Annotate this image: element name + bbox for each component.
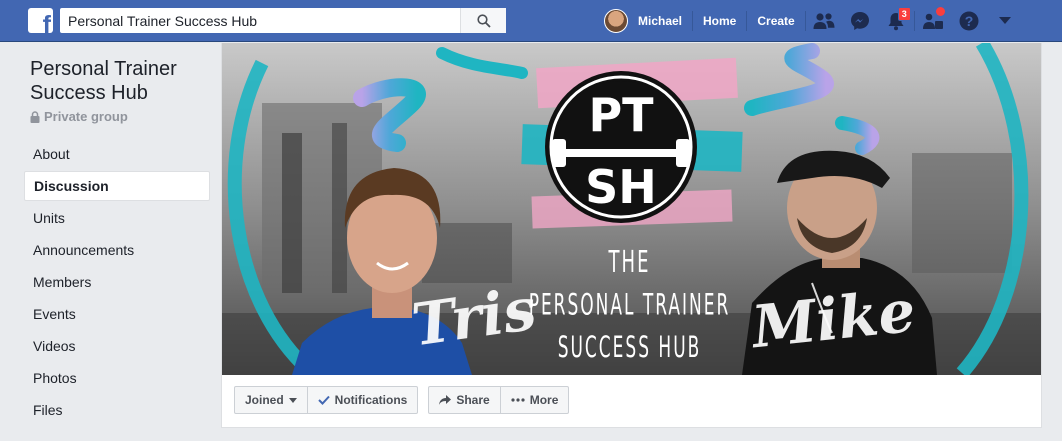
joined-label: Joined — [245, 393, 284, 407]
group-title-line-2: Success Hub — [30, 82, 148, 104]
sidebar-item-announcements[interactable]: Announcements — [24, 235, 210, 265]
group-title-line-1: Personal Trainer — [30, 58, 177, 80]
search-input[interactable] — [60, 8, 460, 33]
share-arrow-icon — [439, 395, 452, 405]
account-menu-button[interactable] — [987, 0, 1023, 42]
group-menu: About Discussion Units Announcements Mem… — [24, 139, 210, 425]
caret-down-icon — [288, 397, 297, 403]
cover-title: THE PERSONAL TRAINER SUCCESS HUB — [527, 244, 732, 366]
share-label: Share — [456, 393, 490, 407]
question-mark-icon: ? — [959, 11, 979, 31]
notification-count-badge: 3 — [897, 7, 911, 21]
share-button[interactable]: Share — [429, 387, 499, 413]
membership-buttons: Joined Notifications — [234, 386, 419, 414]
sidebar-item-members[interactable]: Members — [24, 267, 210, 297]
more-dots-icon — [511, 398, 525, 402]
cover-photo[interactable]: PT SH THE PERSONAL TRAINER SUCCESS HUB T… — [222, 43, 1041, 375]
cover-title-line-2: PERSONAL TRAINER — [528, 288, 731, 323]
create-link[interactable]: Create — [747, 0, 804, 42]
profile-link[interactable]: Michael — [628, 0, 692, 42]
privacy-label: Private group — [44, 109, 128, 124]
friend-requests-button[interactable] — [806, 0, 842, 42]
group-privacy: Private group — [24, 109, 210, 124]
unread-dot — [935, 7, 945, 16]
sidebar-item-units[interactable]: Units — [24, 203, 210, 233]
user-avatar[interactable] — [604, 9, 628, 33]
facebook-logo-icon[interactable]: f — [28, 8, 53, 33]
sidebar-item-files[interactable]: Files — [24, 395, 210, 425]
cover-title-line-3: SUCCESS HUB — [557, 331, 702, 366]
lock-icon — [30, 110, 40, 123]
group-cover-card: PT SH THE PERSONAL TRAINER SUCCESS HUB T… — [221, 43, 1042, 428]
more-button[interactable]: More — [499, 387, 569, 413]
cover-title-line-1: THE — [608, 244, 651, 281]
help-button[interactable]: ? — [951, 0, 987, 42]
svg-text:?: ? — [964, 13, 973, 29]
group-action-bar: Joined Notifications Share More — [234, 386, 570, 414]
logo-top-text: PT — [588, 88, 654, 142]
sidebar-item-discussion[interactable]: Discussion — [24, 171, 210, 201]
joined-button[interactable]: Joined — [235, 387, 307, 413]
checkmark-icon — [317, 395, 330, 405]
notifications-button[interactable]: Notifications — [306, 387, 418, 413]
home-link[interactable]: Home — [693, 0, 746, 42]
messenger-icon — [850, 12, 869, 30]
logo-bottom-text: SH — [585, 160, 657, 214]
top-nav-right: Michael Home Create 3 ? — [604, 0, 1023, 42]
search-button[interactable] — [460, 8, 506, 33]
more-label: More — [529, 393, 559, 407]
search-box — [60, 8, 506, 33]
sidebar-item-photos[interactable]: Photos — [24, 363, 210, 393]
caret-down-icon — [998, 17, 1011, 24]
group-sidebar: Personal Trainer Success Hub Private gro… — [24, 57, 210, 427]
messenger-button[interactable] — [842, 0, 878, 42]
notifications-button[interactable]: 3 — [878, 0, 914, 42]
notifications-label: Notifications — [334, 393, 408, 407]
group-title[interactable]: Personal Trainer Success Hub — [24, 57, 210, 105]
sidebar-item-events[interactable]: Events — [24, 299, 210, 329]
quick-help-people-button[interactable] — [915, 0, 951, 42]
sidebar-item-about[interactable]: About — [24, 139, 210, 169]
top-navigation-bar: f Michael Home Create 3 ? — [0, 0, 1062, 42]
search-icon — [476, 13, 491, 28]
friends-icon — [813, 13, 835, 29]
sidebar-item-videos[interactable]: Videos — [24, 331, 210, 361]
share-more-buttons: Share More — [428, 386, 570, 414]
